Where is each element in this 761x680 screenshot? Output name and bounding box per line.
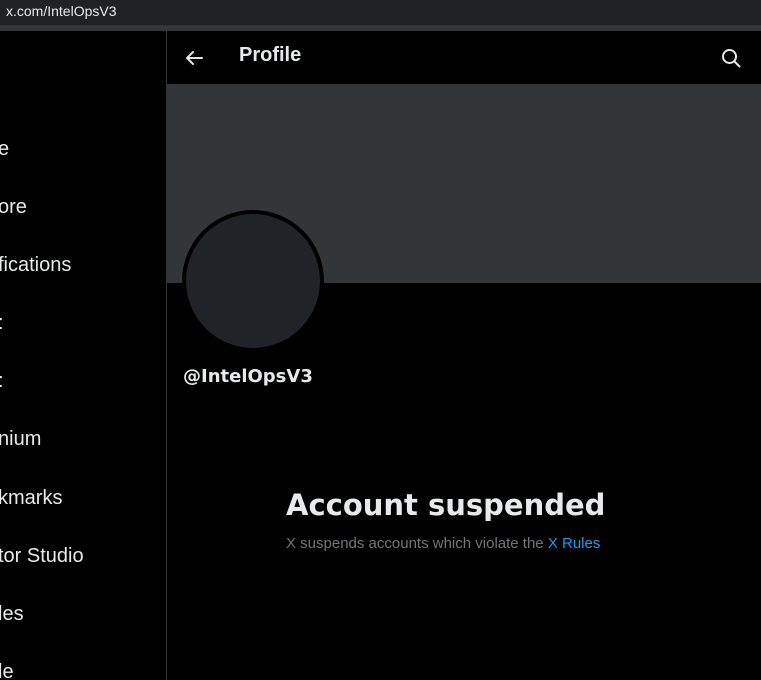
arrow-left-icon[interactable] xyxy=(183,47,205,69)
suspended-message-text: X suspends accounts which violate the xyxy=(286,535,548,552)
sidebar-item-bookmarks[interactable]: kmarks xyxy=(0,478,62,518)
avatar xyxy=(182,210,324,352)
browser-address-bar[interactable]: x.com/IntelOpsV3 xyxy=(0,0,761,31)
search-icon[interactable] xyxy=(720,47,742,69)
url-text[interactable]: x.com/IntelOpsV3 xyxy=(6,3,117,19)
profile-handle: @IntelOpsV3 xyxy=(183,366,313,387)
x-rules-link[interactable]: X Rules xyxy=(548,535,601,552)
sidebar-item-4[interactable]: : xyxy=(0,303,4,343)
suspended-message: X suspends accounts which violate the X … xyxy=(286,535,600,552)
sidebar-item-5[interactable]: : xyxy=(0,361,4,401)
sidebar-item-creator-studio[interactable]: tor Studio xyxy=(0,536,84,576)
profile-header: Profile xyxy=(167,31,761,84)
sidebar-item-premium[interactable]: nium xyxy=(0,419,41,459)
sidebar-item-profiles[interactable]: les xyxy=(0,594,24,634)
main-column: Profile @IntelOpsV3 Account suspended X … xyxy=(167,31,761,680)
sidebar-nav: e ore fications : : nium kmarks tor Stud… xyxy=(0,31,167,680)
sidebar-item-explore[interactable]: ore xyxy=(0,187,27,227)
sidebar-item-home[interactable]: e xyxy=(0,129,9,169)
suspended-title: Account suspended xyxy=(286,488,606,522)
sidebar-item-profile[interactable]: le xyxy=(0,652,14,680)
page-title: Profile xyxy=(239,44,302,66)
sidebar-item-notifications[interactable]: fications xyxy=(0,245,71,285)
